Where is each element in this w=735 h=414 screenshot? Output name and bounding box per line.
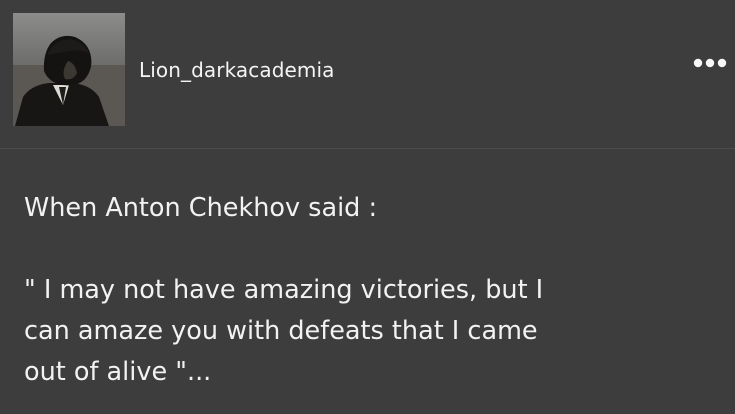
more-options-button[interactable] [688,50,732,76]
username[interactable]: Lion_darkacademia [139,58,335,82]
header-divider [0,148,735,149]
avatar[interactable] [13,13,125,126]
post-card: Lion_darkacademia When Anton Chekhov sai… [0,0,735,414]
post-quote-text: " I may not have amazing victories, but … [24,275,544,387]
post-intro-text: When Anton Chekhov said : [24,193,378,223]
ellipsis-horizontal-icon [693,58,727,68]
post-body: When Anton Chekhov said : " I may not ha… [24,188,714,393]
avatar-image [13,13,125,126]
post-header: Lion_darkacademia [0,0,735,148]
